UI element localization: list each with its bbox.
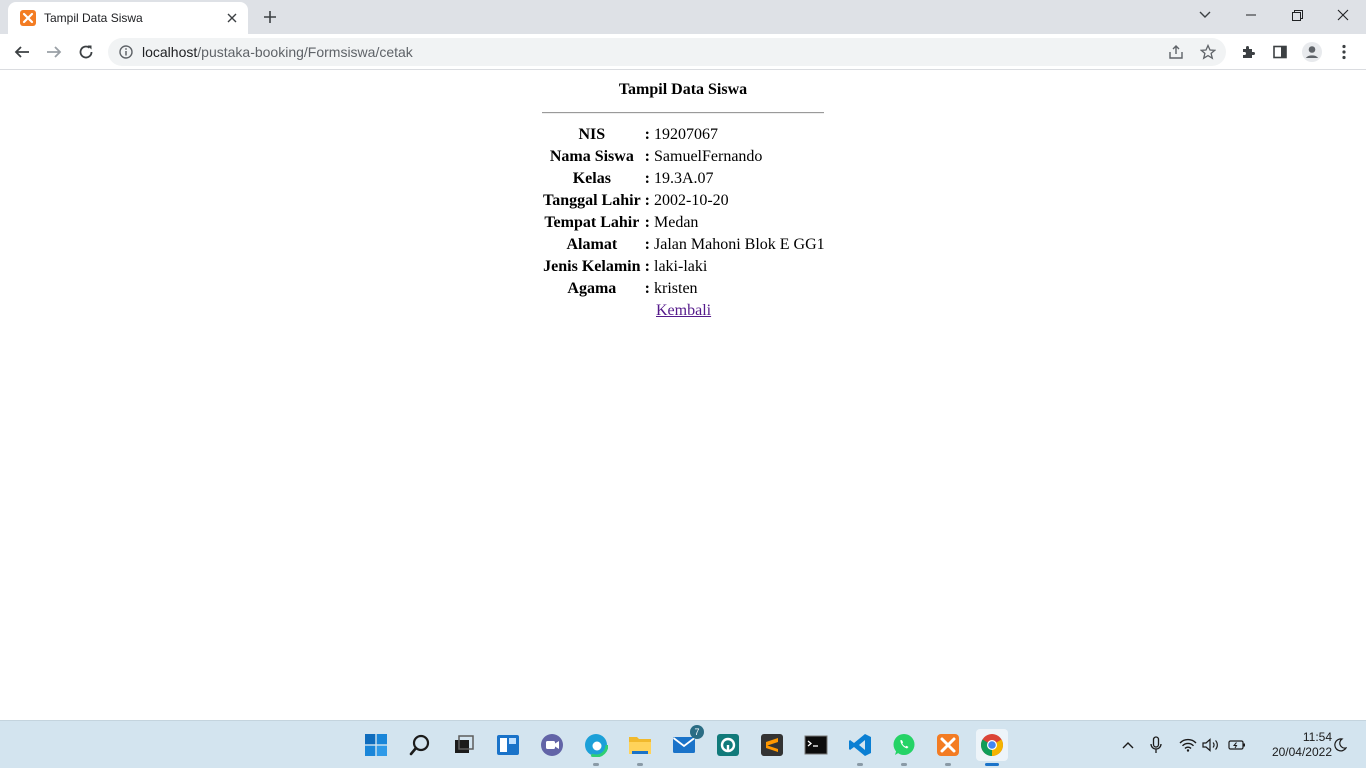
student-info-table: NIS:19207067 Nama Siswa: SamuelFernando Kel… [540,123,828,323]
site-info-icon[interactable] [118,44,134,60]
browser-tab[interactable]: Tampil Data Siswa [8,2,248,34]
field-separator: : [644,192,650,209]
url-path: /pustaka-booking/Formsiswa/cetak [197,44,413,60]
url-host: localhost [142,44,198,60]
bookmark-star-icon[interactable] [1198,42,1218,62]
notification-moon-icon[interactable] [1330,733,1350,757]
field-label: Kelas [572,170,611,187]
minimize-icon[interactable] [1228,0,1274,30]
field-value: 19207067 [654,126,718,143]
mail-icon[interactable]: 7 [668,725,704,761]
back-link[interactable]: Kembali [654,302,711,319]
volume-icon[interactable] [1201,733,1221,757]
field-value: SamuelFernando [654,148,763,165]
browser-toolbar: localhost/pustaka-booking/Formsiswa/ceta… [0,34,1366,70]
side-panel-icon[interactable] [1266,38,1294,66]
xampp-icon[interactable] [932,729,964,766]
address-bar[interactable]: localhost/pustaka-booking/Formsiswa/ceta… [108,38,1226,66]
show-hidden-icons-chevron-icon[interactable] [1118,733,1138,757]
back-arrow-icon[interactable] [8,38,36,66]
field-label: Tempat Lahir [544,214,640,231]
field-separator: : [644,148,650,165]
share-icon[interactable] [1166,42,1186,62]
mail-badge: 7 [690,725,704,739]
url-text: localhost/pustaka-booking/Formsiswa/ceta… [142,44,413,60]
title-divider [542,112,824,114]
terminal-icon[interactable] [800,729,832,761]
field-separator: : [644,258,650,275]
search-icon[interactable] [404,729,436,761]
field-value: Jalan Mahoni Blok E GG1 [654,236,825,253]
menu-kebab-icon[interactable] [1330,38,1358,66]
field-label: NIS [578,126,606,143]
edge-browser-icon[interactable] [580,729,612,766]
info-row: Jenis Kelamin: laki-laki [542,257,826,277]
app-teal-icon[interactable] [712,729,744,761]
file-explorer-icon[interactable] [624,729,656,766]
field-label: Agama [567,280,617,297]
reload-icon[interactable] [72,38,100,66]
info-row: Tempat Lahir: Medan [542,213,826,233]
empty-cell [644,301,651,321]
field-label: Tanggal Lahir [543,192,641,209]
tab-title: Tampil Data Siswa [44,11,143,25]
field-separator: : [644,170,650,187]
new-tab-icon[interactable] [258,5,282,29]
system-clock[interactable]: 11:54 20/04/2022 [1250,730,1332,760]
windows-taskbar: 7 11:54 20/04/2022 [0,720,1366,768]
clock-date: 20/04/2022 [1271,745,1332,759]
info-row: Alamat: Jalan Mahoni Blok E GG1 [542,235,826,255]
microphone-icon[interactable] [1146,733,1166,757]
field-label: Jenis Kelamin [543,258,641,275]
field-separator: : [644,214,650,231]
page-content: Tampil Data Siswa NIS:19207067 Nama Siswa… [0,70,1366,720]
running-indicator [857,763,863,766]
field-value: 2002-10-20 [654,192,729,209]
field-value: laki-laki [654,258,708,275]
clock-time: 11:54 [1302,730,1332,744]
tab-search-chevron-icon[interactable] [1182,0,1228,30]
forward-arrow-icon[interactable] [40,38,68,66]
info-row: Tanggal Lahir:2002-10-20 [542,191,826,211]
info-row: NIS:19207067 [542,125,826,145]
windows-start-icon[interactable] [360,729,392,761]
restore-icon[interactable] [1274,0,1320,30]
field-separator: : [644,280,650,297]
tab-strip: Tampil Data Siswa [0,0,1366,34]
field-separator: : [644,236,650,253]
field-separator: : [644,126,650,143]
task-view-icon[interactable] [448,729,480,761]
extensions-puzzle-icon[interactable] [1234,38,1262,66]
chrome-icon[interactable] [976,729,1008,766]
info-row: Agama: kristen [542,279,826,299]
field-value: Medan [654,214,699,231]
running-indicator [945,763,951,766]
running-indicator [593,763,599,766]
field-label: Alamat [566,236,618,253]
close-window-icon[interactable] [1320,0,1366,30]
widgets-icon[interactable] [492,729,524,761]
field-value: 19.3A.07 [654,170,714,187]
vscode-icon[interactable] [844,729,876,766]
info-row: Kelas:19.3A.07 [542,169,826,189]
profile-avatar-icon[interactable] [1298,38,1326,66]
close-tab-icon[interactable] [224,10,240,26]
page-title: Tampil Data Siswa [618,81,748,98]
back-link-cell: Kembali [653,301,826,321]
whatsapp-icon[interactable] [888,729,920,766]
back-link-row: Kembali [542,301,826,321]
sublime-text-icon[interactable] [756,729,788,761]
running-indicator [637,763,643,766]
running-indicator [985,763,999,766]
running-indicator [901,763,907,766]
chat-icon[interactable] [536,729,568,761]
battery-charging-icon[interactable] [1227,733,1247,757]
field-value: kristen [654,280,698,297]
empty-cell [542,301,642,321]
wifi-icon[interactable] [1178,733,1198,757]
xampp-favicon-icon [20,10,36,26]
info-row: Nama Siswa: SamuelFernando [542,147,826,167]
field-label: Nama Siswa [549,148,634,165]
